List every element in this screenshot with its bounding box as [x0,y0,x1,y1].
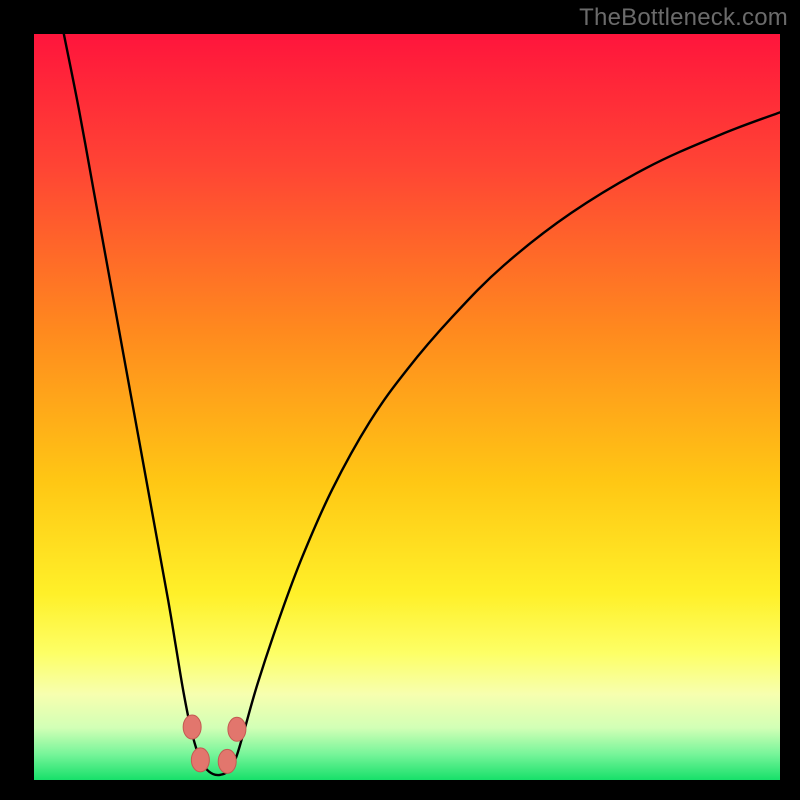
curve-marker [191,748,209,772]
curve-marker [228,717,246,741]
curve-marker [183,715,201,739]
curve-marker [218,749,236,773]
stage: TheBottleneck.com [0,0,800,800]
gradient-background [34,34,780,780]
watermark-text: TheBottleneck.com [579,4,788,32]
chart-svg [34,34,780,780]
plot-area [34,34,780,780]
